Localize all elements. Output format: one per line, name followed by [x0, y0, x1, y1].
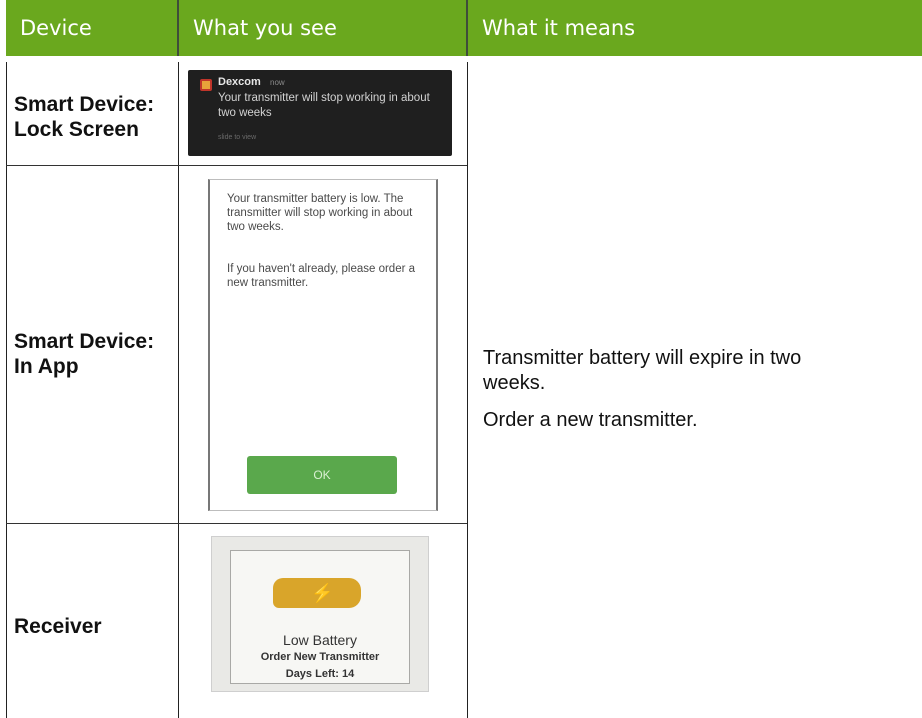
lock-screen-notification: Dexcom now Your transmitter will stop wo… — [188, 70, 452, 156]
device-label-line: In App — [14, 355, 79, 378]
dexcom-app-icon — [200, 79, 212, 91]
table-left-border — [6, 62, 7, 718]
device-label-line: Lock Screen — [14, 118, 139, 141]
ok-button[interactable]: OK — [247, 456, 397, 494]
meaning-text: Transmitter battery will expire in two w… — [483, 346, 801, 396]
meaning-text: Order a new transmitter. — [483, 408, 698, 433]
notification-message: Your transmitter will stop working in ab… — [218, 92, 430, 119]
header-what-you-see-label: What you see — [193, 16, 337, 40]
device-label-line: Receiver — [14, 615, 102, 638]
notification-hint: slide to view — [218, 134, 257, 141]
column-divider — [178, 62, 179, 718]
header-device: Device — [6, 0, 177, 56]
column-divider — [467, 62, 468, 718]
receiver-alert-panel — [230, 550, 410, 684]
notification-app-name: Dexcom — [218, 76, 261, 88]
lightning-bolt-icon: ⚡ — [311, 583, 334, 603]
device-label-line: Smart Device: — [14, 93, 155, 116]
notification-time: now — [270, 78, 285, 87]
in-app-dialog: Your transmitter battery is low. The tra… — [208, 179, 438, 511]
receiver-alert-line: Order New Transmitter — [260, 651, 380, 663]
device-label-in-app: Smart Device: In App — [14, 329, 154, 379]
device-label-lock-screen: Smart Device: Lock Screen — [14, 92, 154, 142]
header-what-you-see: What you see — [179, 0, 466, 56]
meaning-line: Transmitter battery will expire in two — [483, 347, 802, 369]
receiver-alert-title: Low Battery — [283, 632, 357, 648]
device-label-receiver: Receiver — [14, 614, 102, 639]
meaning-line: Order a new transmitter. — [483, 409, 698, 431]
receiver-alert-line: Days Left: 14 — [285, 668, 355, 680]
device-label-line: Smart Device: — [14, 330, 155, 353]
header-device-label: Device — [20, 16, 92, 40]
header-what-it-means: What it means — [468, 0, 922, 56]
header-what-it-means-label: What it means — [482, 16, 636, 40]
row-divider — [6, 523, 467, 524]
row-divider — [6, 165, 467, 166]
meaning-line: weeks. — [483, 372, 546, 394]
dialog-message: Your transmitter battery is low. The tra… — [227, 193, 413, 233]
dialog-message: If you haven't already, please order a n… — [227, 263, 416, 289]
